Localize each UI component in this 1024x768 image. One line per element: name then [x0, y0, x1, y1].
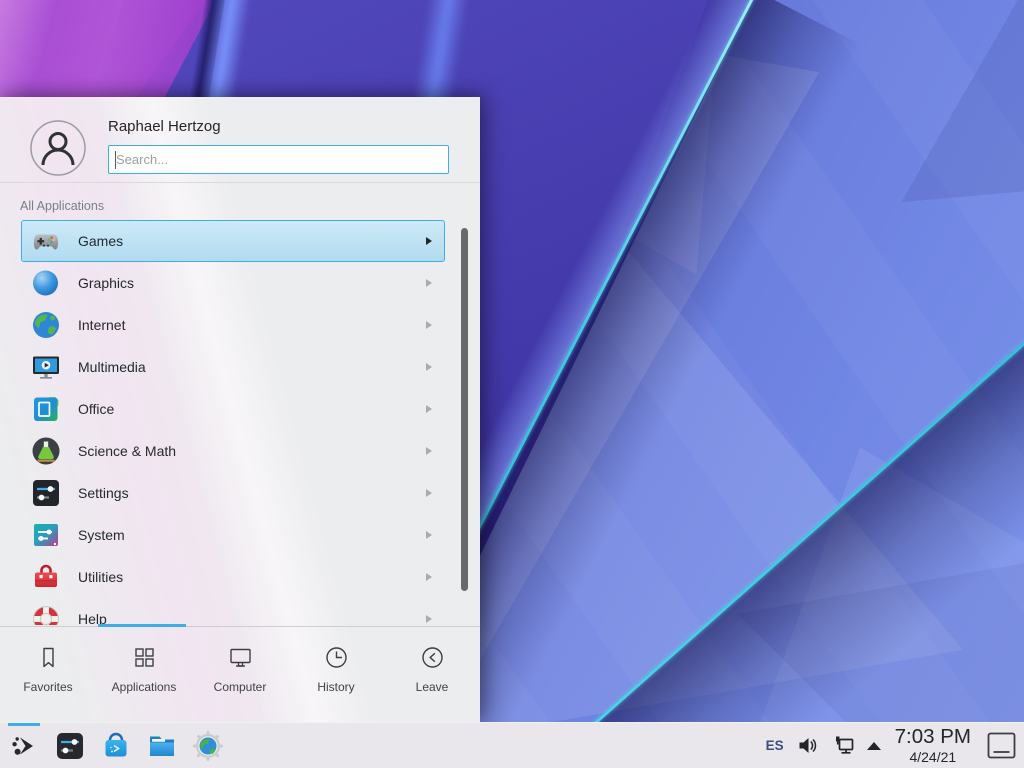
- clock-date: 4/24/21: [895, 750, 971, 764]
- tab-label: Computer: [214, 680, 267, 694]
- system-settings-button[interactable]: [47, 723, 93, 768]
- user-name: Raphael Hertzog: [108, 118, 221, 135]
- computer-icon: [227, 644, 254, 671]
- file-manager-button[interactable]: [139, 723, 185, 768]
- tab-label: Leave: [416, 680, 449, 694]
- settings-icon: [30, 477, 62, 509]
- category-list: Games Graphics: [21, 220, 445, 625]
- submenu-arrow-icon: [426, 489, 432, 497]
- submenu-arrow-icon: [426, 447, 432, 455]
- menu-item-help[interactable]: Help: [21, 598, 445, 625]
- menu-item-label: Help: [78, 611, 107, 625]
- submenu-arrow-icon: [426, 573, 432, 581]
- system-icon: [30, 519, 62, 551]
- application-launcher-button[interactable]: [1, 723, 47, 768]
- internet-icon: [30, 309, 62, 341]
- discover-icon: [100, 730, 132, 762]
- leave-icon: [419, 644, 446, 671]
- application-launcher-menu: Raphael Hertzog All Applications: [0, 97, 480, 722]
- kde-launcher-icon: [8, 730, 40, 762]
- submenu-arrow-icon: [426, 279, 432, 287]
- web-browser-button[interactable]: [185, 723, 231, 768]
- submenu-arrow-icon: [426, 615, 432, 623]
- divider: [0, 182, 480, 183]
- menu-item-label: System: [78, 527, 125, 543]
- expand-tray-caret-icon[interactable]: [867, 742, 881, 750]
- volume-icon[interactable]: [797, 735, 818, 756]
- user-avatar-icon[interactable]: [30, 120, 86, 176]
- submenu-arrow-icon: [426, 321, 432, 329]
- history-icon: [323, 644, 350, 671]
- system-settings-icon: [54, 730, 86, 762]
- active-task-indicator: [8, 723, 40, 726]
- multimedia-icon: [30, 351, 62, 383]
- menu-item-label: Utilities: [78, 569, 123, 585]
- menu-item-games[interactable]: Games: [21, 220, 445, 262]
- menu-item-label: Internet: [78, 317, 125, 333]
- taskbar: ES 7:03 PM 4/24/21: [0, 722, 1024, 768]
- menu-item-label: Multimedia: [78, 359, 146, 375]
- launcher-tab-bar: Favorites Applications Computer: [0, 627, 480, 722]
- desktop: Raphael Hertzog All Applications: [0, 0, 1024, 768]
- digital-clock[interactable]: 7:03 PM 4/24/21: [895, 727, 971, 764]
- tab-label: Favorites: [23, 680, 72, 694]
- submenu-arrow-icon: [426, 531, 432, 539]
- menu-item-settings[interactable]: Settings: [21, 472, 445, 514]
- network-icon[interactable]: [831, 735, 854, 756]
- tab-leave[interactable]: Leave: [384, 627, 480, 722]
- menu-item-label: Graphics: [78, 275, 134, 291]
- help-icon: [30, 603, 62, 625]
- discover-button[interactable]: [93, 723, 139, 768]
- menu-item-multimedia[interactable]: Multimedia: [21, 346, 445, 388]
- clock-time: 7:03 PM: [895, 727, 971, 748]
- office-icon: [30, 393, 62, 425]
- launcher-header: Raphael Hertzog: [0, 97, 480, 182]
- show-desktop-widget[interactable]: [987, 732, 1016, 759]
- menu-item-label: Settings: [78, 485, 129, 501]
- section-label: All Applications: [20, 199, 104, 213]
- submenu-arrow-icon: [426, 405, 432, 413]
- menu-item-system[interactable]: System: [21, 514, 445, 556]
- menu-item-graphics[interactable]: Graphics: [21, 262, 445, 304]
- games-icon: [30, 225, 62, 257]
- applications-icon: [131, 644, 158, 671]
- search-input[interactable]: [109, 146, 448, 173]
- tab-favorites[interactable]: Favorites: [0, 627, 96, 722]
- tab-computer[interactable]: Computer: [192, 627, 288, 722]
- taskbar-launchers: [0, 723, 231, 768]
- graphics-icon: [30, 267, 62, 299]
- search-box: [108, 145, 449, 174]
- scrollbar-thumb[interactable]: [461, 228, 468, 591]
- favorites-icon: [35, 644, 62, 671]
- menu-item-internet[interactable]: Internet: [21, 304, 445, 346]
- science-math-icon: [30, 435, 62, 467]
- menu-item-label: Office: [78, 401, 114, 417]
- submenu-arrow-icon: [426, 237, 432, 245]
- utilities-icon: [30, 561, 62, 593]
- menu-item-science-math[interactable]: Science & Math: [21, 430, 445, 472]
- web-browser-icon: [192, 730, 224, 762]
- menu-item-label: Games: [78, 233, 123, 249]
- menu-item-utilities[interactable]: Utilities: [21, 556, 445, 598]
- system-tray: ES 7:03 PM 4/24/21: [766, 723, 1024, 768]
- tab-label: History: [317, 680, 354, 694]
- tab-applications[interactable]: Applications: [96, 627, 192, 722]
- file-manager-icon: [146, 730, 178, 762]
- tab-label: Applications: [112, 680, 177, 694]
- menu-item-label: Science & Math: [78, 443, 176, 459]
- menu-item-office[interactable]: Office: [21, 388, 445, 430]
- tab-history[interactable]: History: [288, 627, 384, 722]
- submenu-arrow-icon: [426, 363, 432, 371]
- keyboard-layout-indicator[interactable]: ES: [766, 738, 784, 753]
